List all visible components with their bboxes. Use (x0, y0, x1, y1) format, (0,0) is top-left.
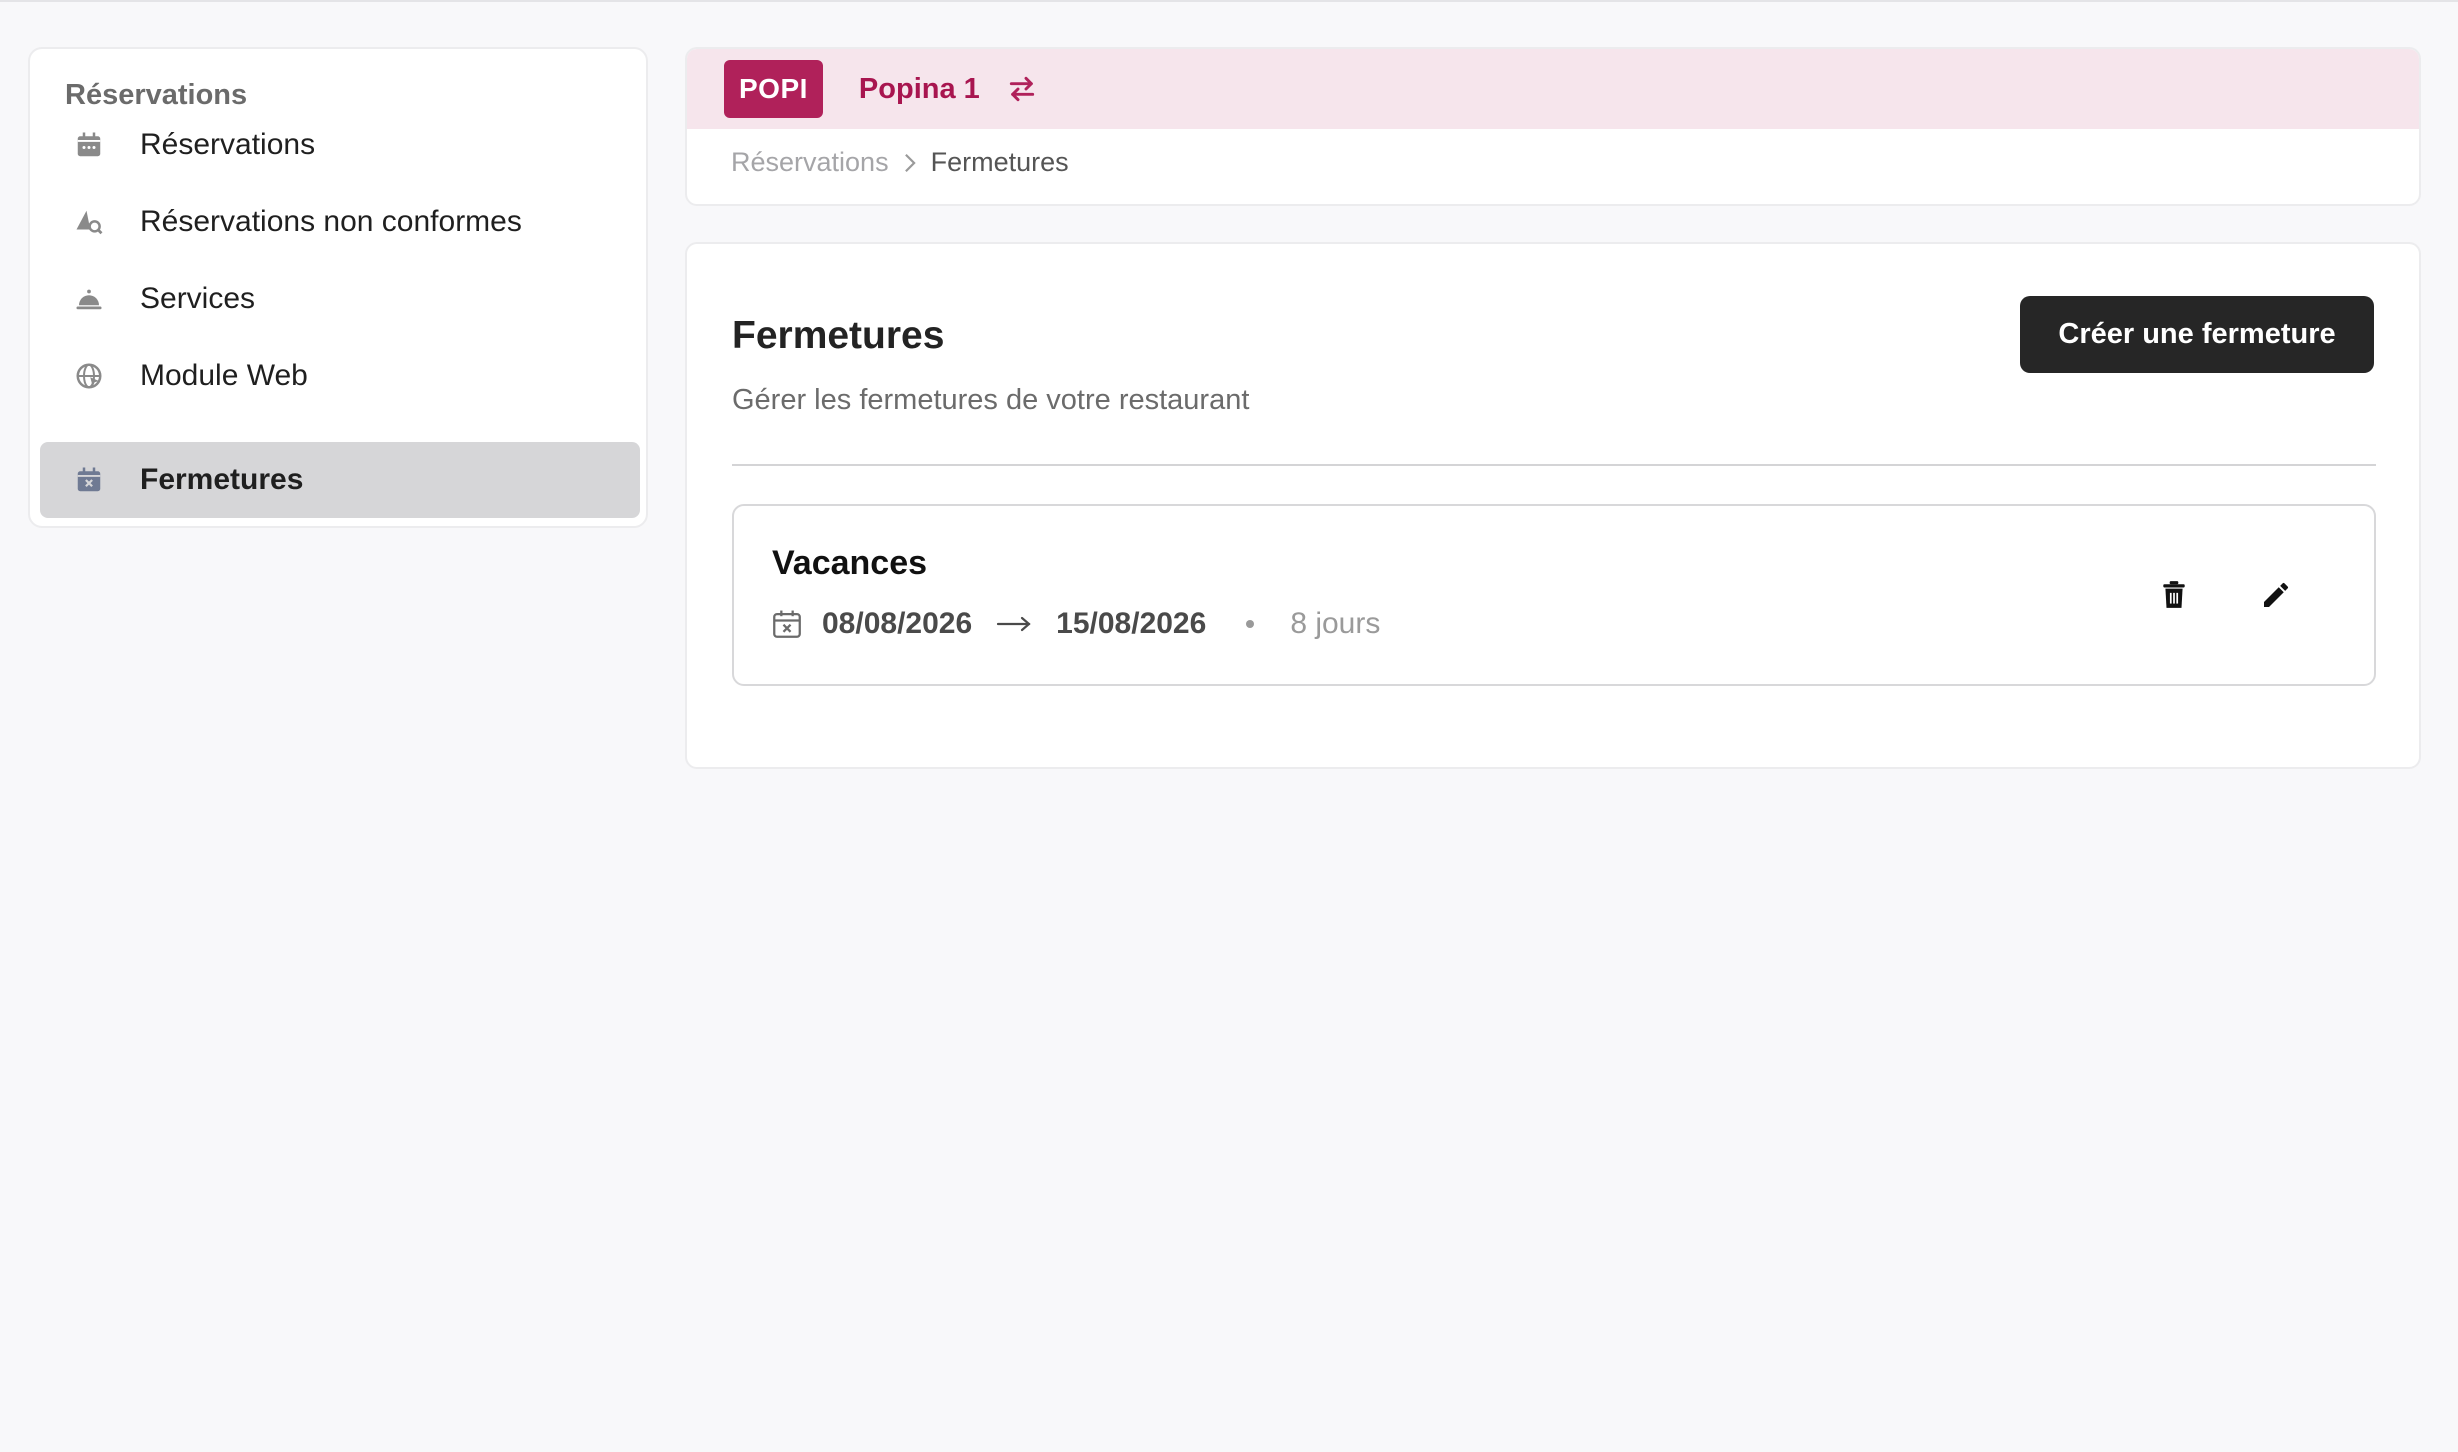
trash-icon (2161, 580, 2187, 615)
chevron-right-icon (901, 152, 919, 174)
pencil-icon (2260, 579, 2292, 616)
calendar-x-icon (770, 606, 806, 642)
sidebar-item-reservations[interactable]: Réservations (40, 107, 640, 183)
restaurant-name: Popina 1 (858, 72, 980, 105)
swap-arrows-icon[interactable] (1006, 71, 1042, 107)
edit-closure-button[interactable] (2250, 571, 2302, 623)
divider (732, 464, 2376, 466)
restaurant-bar: POPI Popina 1 (687, 49, 2419, 129)
sidebar-item-services[interactable]: Services (40, 261, 640, 337)
calendar-icon (68, 124, 110, 166)
arrow-right-icon (996, 614, 1032, 634)
sidebar-item-module-web[interactable]: Module Web (40, 338, 640, 414)
calendar-x-icon (68, 459, 110, 501)
alert-search-icon (68, 201, 110, 243)
closure-item: Vacances 08/08/2026 15/08/2026 8 jours (732, 504, 2376, 686)
sidebar-item-label: Fermetures (140, 463, 304, 496)
breadcrumb: Réservations Fermetures (731, 147, 1069, 178)
delete-closure-button[interactable] (2148, 571, 2200, 623)
breadcrumb-current: Fermetures (930, 147, 1069, 177)
sidebar: Réservations Réservations Réservations n… (28, 47, 648, 528)
sidebar-item-fermetures[interactable]: Fermetures (40, 442, 640, 518)
top-border (0, 0, 2458, 2)
closures-panel: Fermetures Gérer les fermetures de votre… (685, 242, 2421, 769)
restaurant-badge: POPI (724, 60, 823, 118)
closure-start-date: 08/08/2026 (822, 607, 973, 640)
breadcrumb-reservations[interactable]: Réservations (731, 147, 889, 178)
closure-end-date: 15/08/2026 (1056, 607, 1207, 640)
sidebar-item-non-compliant[interactable]: Réservations non conformes (40, 184, 640, 260)
header-card: POPI Popina 1 Réservations Fermetures (685, 47, 2421, 206)
sidebar-item-label: Réservations non conformes (140, 205, 522, 238)
closure-name: Vacances (772, 544, 928, 582)
sidebar-item-label: Services (140, 282, 256, 315)
globe-icon (68, 355, 110, 397)
closure-duration: 8 jours (1290, 607, 1381, 640)
service-bell-icon (68, 278, 110, 320)
separator-dot (1246, 620, 1255, 628)
closure-dates: 08/08/2026 15/08/2026 8 jours (770, 606, 1380, 642)
sidebar-item-label: Module Web (140, 359, 308, 392)
page-title: Fermetures (732, 314, 945, 357)
create-closure-button[interactable]: Créer une fermeture (2020, 296, 2374, 373)
sidebar-item-label: Réservations (140, 128, 316, 161)
page-subtitle: Gérer les fermetures de votre restaurant (732, 384, 1250, 416)
